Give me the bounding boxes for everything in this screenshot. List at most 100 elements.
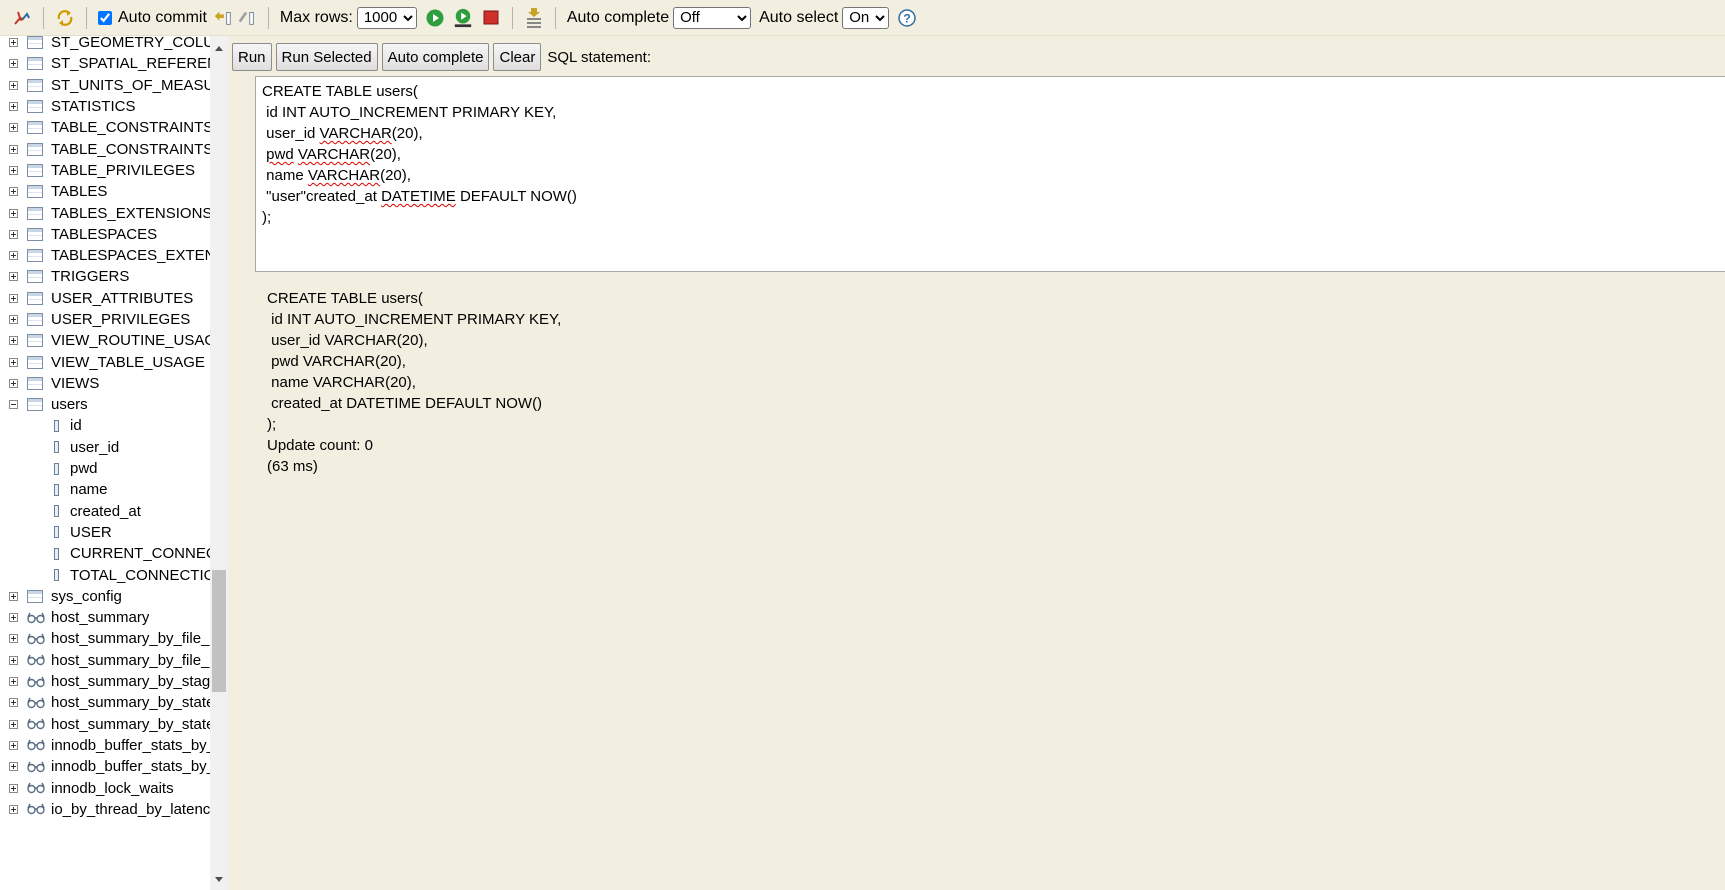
expand-plus-icon[interactable] xyxy=(9,59,18,69)
run-selected-button[interactable]: Run Selected xyxy=(275,43,378,71)
expand-plus-icon[interactable] xyxy=(9,357,18,367)
expand-plus-icon[interactable] xyxy=(9,208,18,218)
tree-column-item[interactable]: CURRENT_CONNECTIONS xyxy=(0,543,210,564)
tree-table-item[interactable]: TABLE_CONSTRAINTS_EXTENSIONS xyxy=(0,138,210,159)
tree-view-item[interactable]: io_by_thread_by_latency xyxy=(0,799,210,820)
table-icon xyxy=(27,78,43,92)
expand-plus-icon[interactable] xyxy=(9,613,18,623)
expand-plus-icon[interactable] xyxy=(9,123,18,133)
max-rows-select[interactable]: 1000 xyxy=(356,6,417,29)
collapse-minus-icon[interactable] xyxy=(9,400,18,410)
expand-plus-icon[interactable] xyxy=(9,144,18,154)
sidebar-scrollbar[interactable] xyxy=(210,36,228,890)
tree-column-item[interactable]: USER xyxy=(0,522,210,543)
expand-plus-icon[interactable] xyxy=(9,740,18,750)
rollback-icon[interactable] xyxy=(237,8,257,28)
tree-table-item[interactable]: ST_SPATIAL_REFERENCE_SYSTEMS xyxy=(0,53,210,74)
tree-column-item[interactable]: pwd xyxy=(0,458,210,479)
tree-column-item[interactable]: id xyxy=(0,415,210,436)
tree-item-label: USER xyxy=(70,523,112,541)
tree-table-item[interactable]: TABLESPACES_EXTENSIONS xyxy=(0,245,210,266)
tree-table-item[interactable]: VIEW_TABLE_USAGE xyxy=(0,351,210,372)
tree-view-item[interactable]: innodb_buffer_stats_by_schema xyxy=(0,735,210,756)
auto-select-select[interactable]: On xyxy=(842,6,890,29)
expand-plus-icon[interactable] xyxy=(9,783,18,793)
expand-plus-icon[interactable] xyxy=(9,378,18,388)
auto-complete-select[interactable]: Off xyxy=(673,6,752,29)
tree-view-item[interactable]: host_summary xyxy=(0,607,210,628)
tree-view-item[interactable]: innodb_buffer_stats_by_table xyxy=(0,756,210,777)
tree-table-item[interactable]: ST_UNITS_OF_MEASURE xyxy=(0,75,210,96)
expand-plus-icon[interactable] xyxy=(9,38,18,48)
expand-plus-icon[interactable] xyxy=(9,634,18,644)
column-icon xyxy=(54,462,59,475)
auto-commit-toggle[interactable]: Auto commit xyxy=(96,9,211,27)
tree-table-item[interactable]: TABLES_EXTENSIONS xyxy=(0,202,210,223)
tree-column-item[interactable]: name xyxy=(0,479,210,500)
expand-plus-icon[interactable] xyxy=(9,698,18,708)
auto-commit-checkbox[interactable] xyxy=(98,10,112,25)
history-icon[interactable] xyxy=(524,7,544,28)
tree-table-item[interactable]: users xyxy=(0,394,210,415)
expand-plus-icon[interactable] xyxy=(9,677,18,687)
expand-plus-icon[interactable] xyxy=(9,187,18,197)
tree-table-item[interactable]: ST_GEOMETRY_COLUMNS xyxy=(0,36,210,53)
tree-table-item[interactable]: TABLES xyxy=(0,181,210,202)
toolbar-separator xyxy=(511,6,513,29)
scroll-down-arrow-icon[interactable] xyxy=(210,876,228,888)
run-selected-icon[interactable] xyxy=(453,8,473,28)
view-glasses-icon xyxy=(27,739,45,752)
expand-plus-icon[interactable] xyxy=(9,804,18,814)
tree-view-item[interactable]: host_summary_by_file_io_type xyxy=(0,650,210,671)
expand-plus-icon[interactable] xyxy=(9,719,18,729)
tree-item-label: TABLESPACES xyxy=(51,225,158,243)
expand-plus-icon[interactable] xyxy=(9,293,18,303)
disconnect-icon[interactable] xyxy=(12,8,32,28)
tree-table-item[interactable]: VIEW_ROUTINE_USAGE xyxy=(0,330,210,351)
tree-column-item[interactable]: user_id xyxy=(0,437,210,458)
tree-table-item[interactable]: TABLE_PRIVILEGES xyxy=(0,160,210,181)
tree-column-item[interactable]: TOTAL_CONNECTIONS xyxy=(0,564,210,585)
tree-table-item[interactable]: TABLESPACES xyxy=(0,224,210,245)
tree-view-item[interactable]: host_summary_by_statement_latency xyxy=(0,692,210,713)
run-button[interactable]: Run xyxy=(232,43,272,71)
clear-button[interactable]: Clear xyxy=(493,43,542,71)
tree-column-item[interactable]: created_at xyxy=(0,501,210,522)
tree-table-item[interactable]: USER_ATTRIBUTES xyxy=(0,288,210,309)
help-icon[interactable]: ? xyxy=(897,8,917,28)
table-icon xyxy=(27,291,43,305)
expand-plus-icon[interactable] xyxy=(9,165,18,175)
expand-plus-icon[interactable] xyxy=(9,315,18,324)
tree-table-item[interactable]: VIEWS xyxy=(0,373,210,394)
tree-view-item[interactable]: host_summary_by_statement_type xyxy=(0,714,210,735)
expand-plus-icon[interactable] xyxy=(9,251,18,261)
run-icon[interactable] xyxy=(425,8,445,28)
tree-table-item[interactable]: USER_PRIVILEGES xyxy=(0,309,210,330)
expand-plus-icon[interactable] xyxy=(9,80,18,90)
tree-table-item[interactable]: TABLE_CONSTRAINTS xyxy=(0,117,210,138)
commit-icon[interactable] xyxy=(213,8,233,28)
expand-plus-icon[interactable] xyxy=(9,229,18,239)
expand-plus-icon[interactable] xyxy=(9,102,18,112)
expand-plus-icon[interactable] xyxy=(9,336,18,346)
expand-plus-icon[interactable] xyxy=(9,762,18,772)
refresh-icon[interactable] xyxy=(55,8,75,28)
table-icon xyxy=(27,57,43,71)
sql-editor[interactable]: CREATE TABLE users( id INT AUTO_INCREMEN… xyxy=(255,76,1725,272)
tree-table-item[interactable]: STATISTICS xyxy=(0,96,210,117)
scrollbar-thumb[interactable] xyxy=(212,570,226,692)
expand-plus-icon[interactable] xyxy=(9,655,18,665)
tree-item-label: USER_ATTRIBUTES xyxy=(51,289,194,307)
spellcheck-flagged-word: pwd xyxy=(266,146,294,163)
auto-complete-button[interactable]: Auto complete xyxy=(381,43,490,71)
tree-view-item[interactable]: host_summary_by_file_io xyxy=(0,628,210,649)
tree-view-item[interactable]: host_summary_by_stages xyxy=(0,671,210,692)
stop-icon[interactable] xyxy=(481,8,501,28)
tree-table-item[interactable]: TRIGGERS xyxy=(0,266,210,287)
tree-table-item[interactable]: sys_config xyxy=(0,586,210,607)
tree-view-item[interactable]: innodb_lock_waits xyxy=(0,777,210,798)
expand-plus-icon[interactable] xyxy=(9,591,18,601)
scroll-up-arrow-icon[interactable] xyxy=(210,44,228,56)
tree-item-label: TRIGGERS xyxy=(51,268,130,286)
expand-plus-icon[interactable] xyxy=(9,272,18,282)
